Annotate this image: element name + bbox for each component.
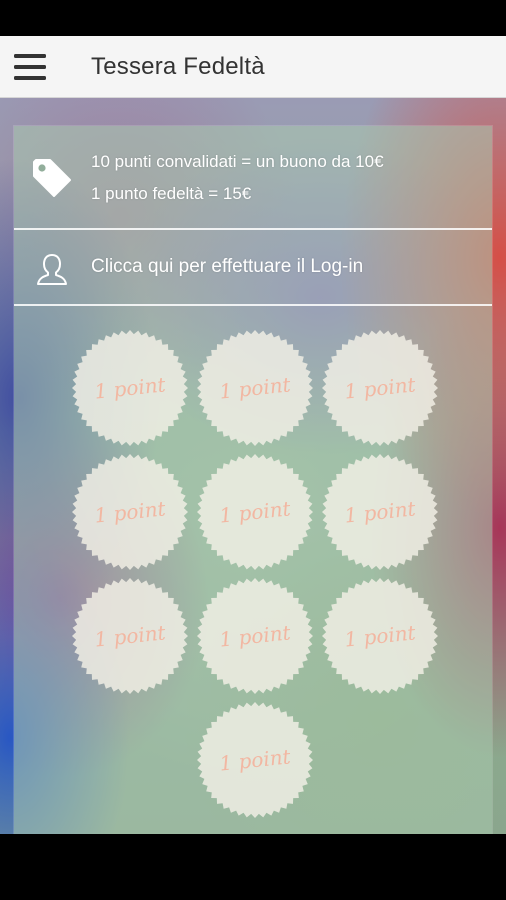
- login-button[interactable]: Clicca qui per effettuare il Log-in: [14, 230, 492, 306]
- stamp-slot: 1 point: [71, 453, 189, 571]
- stamp-slot: 1 point: [196, 577, 314, 695]
- stamp-slot: 1 point: [196, 701, 314, 819]
- stamp-grid: 1 point 1 point 1 point 1 point 1 point 1 poi…: [14, 306, 492, 834]
- user-outline-icon: [36, 252, 68, 291]
- stamp-slot: 1 point: [71, 329, 189, 447]
- system-nav-bar: [0, 834, 506, 900]
- stamp-slot: 1 point: [196, 453, 314, 571]
- stamp-label: 1 point: [343, 372, 417, 404]
- hamburger-menu-icon[interactable]: [10, 48, 52, 86]
- stamp-slot: 1 point: [71, 577, 189, 695]
- main-content: 10 punti convalidati = un buono da 10€ 1…: [0, 98, 506, 834]
- stamp-label: 1 point: [218, 744, 292, 776]
- status-bar: [0, 0, 506, 36]
- stamp-slot: 1 point: [196, 329, 314, 447]
- price-tag-icon: [30, 156, 74, 205]
- info-line-point-value: 1 punto fedeltà = 15€: [91, 184, 252, 203]
- stamp-label: 1 point: [93, 372, 167, 404]
- app-bar: Tessera Fedeltà: [0, 36, 506, 98]
- loyalty-card: 10 punti convalidati = un buono da 10€ 1…: [14, 126, 492, 834]
- stamp-slot: 1 point: [321, 329, 439, 447]
- stamp-label: 1 point: [218, 372, 292, 404]
- stamp-label: 1 point: [218, 496, 292, 528]
- stamp-slot: 1 point: [321, 577, 439, 695]
- login-label: Clicca qui per effettuare il Log-in: [91, 256, 364, 277]
- stamp-label: 1 point: [343, 496, 417, 528]
- stamp-label: 1 point: [218, 620, 292, 652]
- stamp-label: 1 point: [343, 620, 417, 652]
- info-row: 10 punti convalidati = un buono da 10€ 1…: [14, 126, 492, 230]
- stamp-slot: 1 point: [321, 453, 439, 571]
- page-title: Tessera Fedeltà: [91, 53, 265, 80]
- stamp-label: 1 point: [93, 620, 167, 652]
- info-line-voucher: 10 punti convalidati = un buono da 10€: [91, 152, 384, 171]
- stamp-label: 1 point: [93, 496, 167, 528]
